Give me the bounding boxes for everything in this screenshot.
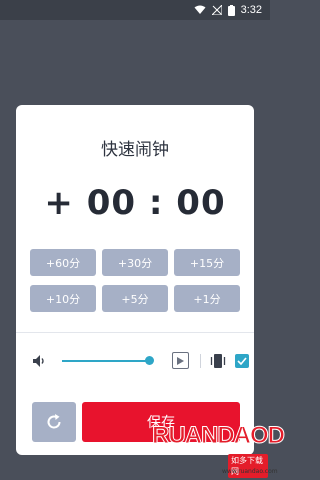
- preview-play-button[interactable]: [172, 352, 189, 369]
- dialog-title: 快速闹钟: [101, 140, 169, 160]
- wifi-icon: [194, 5, 206, 15]
- speaker-icon: [32, 353, 48, 369]
- add-60-min-button[interactable]: +60分: [30, 249, 96, 276]
- timer-display: + 00 : 00: [44, 183, 226, 223]
- quick-add-grid: +60分 +30分 +15分 +10分 +5分 +1分: [30, 249, 240, 312]
- quick-alarm-dialog: 快速闹钟 + 00 : 00 +60分 +30分 +15分 +10分 +5分 +…: [16, 105, 254, 455]
- status-time: 3:32: [240, 4, 262, 16]
- separator: [200, 354, 201, 368]
- signal-icon: [211, 5, 222, 15]
- add-5-min-button[interactable]: +5分: [102, 285, 168, 312]
- add-10-min-button[interactable]: +10分: [30, 285, 96, 312]
- save-button[interactable]: 保存: [82, 402, 240, 442]
- volume-slider[interactable]: [62, 360, 150, 362]
- check-icon: [237, 357, 247, 365]
- volume-slider-thumb[interactable]: [144, 356, 154, 365]
- watermark-badge: 如多下载网: [228, 454, 268, 478]
- alarm-controls: [32, 351, 249, 371]
- battery-icon: [227, 4, 235, 16]
- status-bar: 3:32: [0, 0, 270, 20]
- vibrate-icon: [209, 352, 227, 370]
- add-1-min-button[interactable]: +1分: [174, 285, 240, 312]
- vibrate-checkbox[interactable]: [235, 354, 249, 368]
- refresh-icon: [47, 414, 61, 429]
- watermark-url: www.ruandao.com: [222, 468, 278, 475]
- add-30-min-button[interactable]: +30分: [102, 249, 168, 276]
- divider: [16, 332, 254, 333]
- add-15-min-button[interactable]: +15分: [174, 249, 240, 276]
- reset-button[interactable]: [32, 402, 76, 442]
- play-icon: [177, 356, 184, 365]
